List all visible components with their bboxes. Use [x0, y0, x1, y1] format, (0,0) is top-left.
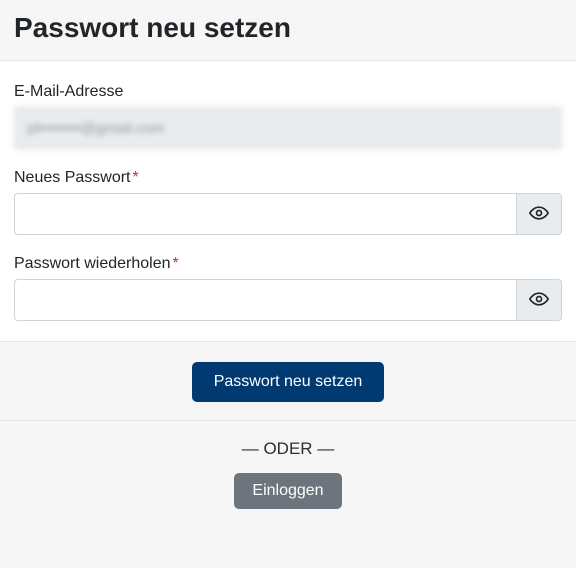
or-divider-text: — ODER — — [14, 439, 562, 459]
new-password-label-text: Neues Passwort — [14, 169, 131, 186]
repeat-password-label-text: Passwort wiederholen — [14, 255, 171, 272]
repeat-password-label: Passwort wiederholen* — [14, 255, 562, 273]
eye-icon — [529, 289, 549, 312]
alternative-section: — ODER — Einloggen — [0, 420, 576, 509]
required-marker: * — [133, 169, 139, 186]
new-password-label: Neues Passwort* — [14, 169, 562, 187]
eye-icon — [529, 203, 549, 226]
page-title: Passwort neu setzen — [0, 0, 576, 60]
submit-reset-button[interactable]: Passwort neu setzen — [192, 362, 385, 402]
new-password-input[interactable] — [14, 193, 516, 235]
toggle-password-visibility-button[interactable] — [516, 193, 562, 235]
toggle-repeat-password-visibility-button[interactable] — [516, 279, 562, 321]
login-button[interactable]: Einloggen — [234, 473, 341, 509]
email-label: E-Mail-Adresse — [14, 83, 562, 101]
new-password-field-group: Neues Passwort* — [14, 169, 562, 235]
required-marker: * — [173, 255, 179, 272]
repeat-password-field-group: Passwort wiederholen* — [14, 255, 562, 321]
email-input — [14, 107, 562, 149]
repeat-password-input[interactable] — [14, 279, 516, 321]
submit-area: Passwort neu setzen — [0, 341, 576, 420]
email-field-group: E-Mail-Adresse — [14, 83, 562, 149]
password-reset-form: E-Mail-Adresse Neues Passwort* Passwort … — [0, 60, 576, 341]
